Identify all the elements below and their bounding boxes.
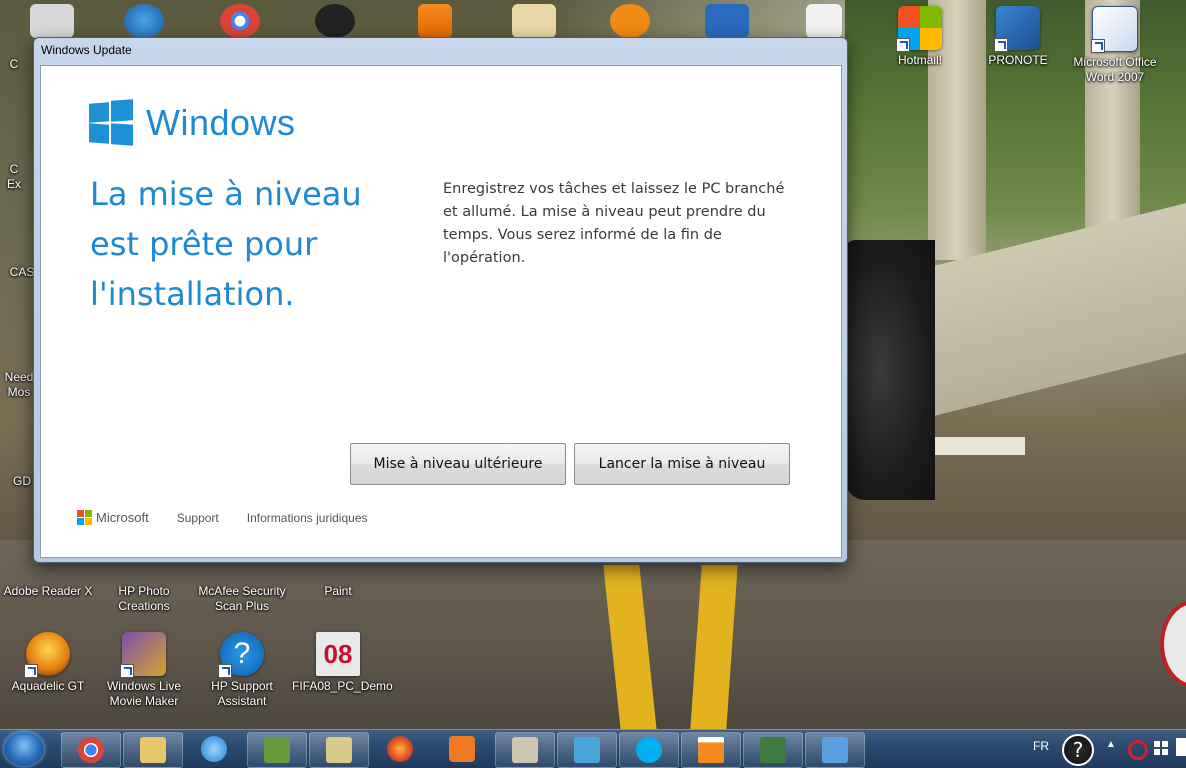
taskbar-ie[interactable] [185, 732, 243, 766]
desktop-icon-paint[interactable]: Paint [292, 584, 384, 599]
hp-icon[interactable] [315, 4, 355, 38]
desktop-icon-label: Paint [324, 584, 352, 598]
taskbar-network[interactable] [495, 732, 555, 768]
desktop-icon-label: Hotmail! [897, 53, 942, 67]
taskbar-monitor[interactable] [743, 732, 803, 768]
show-hidden-icons-icon[interactable]: ▲ [1106, 739, 1116, 750]
desktop-icon-label: Windows Live Movie Maker [106, 679, 182, 708]
recycle-bin-icon[interactable] [30, 4, 74, 38]
desktop-icon-word[interactable]: Microsoft Office Word 2007 [1069, 6, 1161, 85]
windows-live-icon[interactable] [124, 4, 164, 38]
wallpaper-road-marking [935, 437, 1025, 455]
desktop-icon-hp-support[interactable]: ? HP Support Assistant [196, 632, 288, 709]
aquadelic-icon [24, 632, 70, 678]
vlc-icon[interactable] [418, 4, 452, 38]
desktop-icon-label: C [9, 57, 19, 71]
window-content: Windows La mise à niveau est prête pour … [40, 65, 842, 558]
desktop-icon-label: McAfee Security Scan Plus [198, 584, 286, 613]
wallpaper-car [845, 240, 935, 500]
skype-icon [636, 737, 662, 763]
microsoft-logo-icon [77, 510, 92, 525]
desktop-icon-hp-photo[interactable]: HP Photo Creations [98, 584, 190, 614]
windows-update-window: Windows Update Windows La mise à niveau … [33, 37, 848, 563]
desktop-icon-label: Ex [6, 177, 21, 191]
desktop-icon-label: Adobe Reader X [3, 584, 93, 598]
taskbar-windows-update[interactable] [805, 732, 865, 768]
explorer-icon [140, 737, 166, 763]
chrome-icon [78, 737, 104, 763]
windows-logo-icon [89, 99, 133, 146]
pronote-icon [994, 6, 1040, 52]
fish-icon [574, 737, 600, 763]
taskbar-fish[interactable] [557, 732, 617, 768]
desktop-icon-label: PRONOTE [988, 53, 1048, 67]
start-button[interactable] [4, 732, 44, 766]
desktop-icon-label: HP Support Assistant [211, 679, 273, 708]
desktop-icon-label: HP Photo Creations [118, 584, 170, 613]
action-center-flag-icon[interactable] [1154, 741, 1168, 755]
desktop-icon-label: FIFA08_PC_Demo [292, 679, 393, 693]
windows-update-icon [822, 737, 848, 763]
taskbar-chrome[interactable] [61, 732, 121, 768]
firefox-icon [387, 736, 413, 762]
desktop-icon-label: GD [13, 474, 31, 488]
taskbar-skype[interactable] [619, 732, 679, 768]
desktop-icon-label: Microsoft Office Word 2007 [1073, 55, 1157, 84]
support-link[interactable]: Support [177, 511, 219, 525]
word-icon [1091, 6, 1138, 53]
chrome-icon[interactable] [220, 4, 260, 38]
language-indicator[interactable]: FR [1033, 739, 1049, 753]
desktop-icon-pronote[interactable]: PRONOTE [972, 6, 1064, 68]
network-icon [512, 737, 538, 763]
monitor-icon [760, 737, 786, 763]
internet-explorer-icon [201, 736, 227, 762]
desktop-icon-hotmail[interactable]: Hotmail! [874, 6, 966, 68]
facebook-icon[interactable] [806, 4, 842, 38]
microsoft-label: Microsoft [96, 510, 149, 525]
window-title: Windows Update [41, 43, 132, 57]
taskbar-vlc[interactable] [681, 732, 741, 768]
taskbar-hp[interactable] [247, 732, 307, 768]
taskbar: FR ? ▲ [0, 729, 1186, 768]
monitor-icon[interactable] [705, 4, 749, 38]
photos-icon [326, 737, 352, 763]
media-player-icon [449, 736, 475, 762]
legal-link[interactable]: Informations juridiques [247, 511, 368, 525]
desktop-icon-aquadelic[interactable]: Aquadelic GT [2, 632, 94, 694]
desktop-icon-label: CAS [9, 265, 35, 279]
help-icon: ? [218, 632, 264, 678]
description: Enregistrez vos tâches et laissez le PC … [443, 181, 785, 266]
folder-icon[interactable] [512, 4, 556, 38]
desktop-icon-label: Mos [7, 385, 31, 399]
upgrade-later-button[interactable]: Mise à niveau ultérieure [350, 443, 566, 485]
windows-brand: Windows [146, 102, 296, 143]
avast-icon[interactable] [610, 4, 650, 38]
start-upgrade-button[interactable]: Lancer la mise à niveau [574, 443, 790, 485]
network-tray-icon[interactable] [1176, 738, 1186, 756]
fifa-icon: 08 [316, 632, 360, 676]
windows-live-icon [896, 6, 942, 52]
taskbar-media-player[interactable] [433, 732, 491, 766]
footer: Microsoft Support Informations juridique… [77, 510, 396, 525]
taskbar-photos[interactable] [309, 732, 369, 768]
taskbar-explorer[interactable] [123, 732, 183, 768]
desktop-icon-movie-maker[interactable]: Windows Live Movie Maker [98, 632, 190, 709]
hp-icon [264, 737, 290, 763]
desktop-icon-adobe-reader[interactable]: Adobe Reader X [2, 584, 94, 599]
desktop-icon-label: Need [4, 370, 34, 384]
vlc-icon [698, 737, 724, 763]
beats-audio-icon[interactable] [1128, 740, 1148, 760]
headline: La mise à niveau est prête pour l'instal… [90, 175, 362, 313]
fifa-badge: 08 [323, 639, 353, 669]
desktop-icon-label: Aquadelic GT [11, 679, 85, 693]
desktop-icon-fifa[interactable]: 08 FIFA08_PC_Demo [292, 632, 393, 694]
movie-maker-icon [120, 632, 166, 678]
desktop-icon-label: C [9, 162, 19, 176]
taskbar-firefox[interactable] [371, 732, 429, 766]
desktop-icon-mcafee[interactable]: McAfee Security Scan Plus [196, 584, 288, 614]
help-tray-icon[interactable]: ? [1062, 734, 1094, 766]
